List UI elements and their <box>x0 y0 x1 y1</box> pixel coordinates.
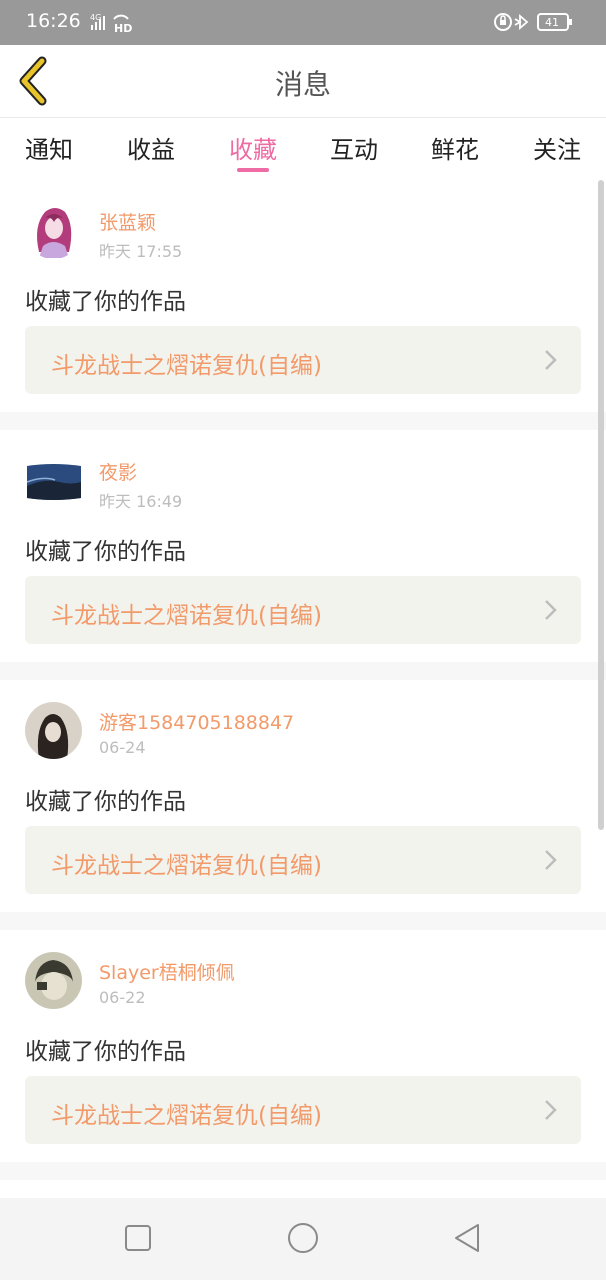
username[interactable]: 夜影 <box>99 458 137 485</box>
chevron-right-icon <box>545 350 557 370</box>
page-title: 消息 <box>274 68 331 101</box>
work-title: 斗龙战士之熠诺复仇(自编) <box>51 1103 322 1129</box>
tab-earnings[interactable]: 收益 <box>111 130 191 165</box>
tab-bar: 通知 收益 收藏 互动 鲜花 关注 <box>0 118 606 180</box>
action-text: 收藏了你的作品 <box>25 289 186 315</box>
username[interactable]: 张蓝颖 <box>99 208 156 235</box>
timestamp: 昨天 17:55 <box>99 242 183 261</box>
back-nav-button[interactable] <box>450 1220 486 1256</box>
tab-favorites[interactable]: 收藏 <box>213 130 293 165</box>
action-text: 收藏了你的作品 <box>25 539 186 565</box>
work-link[interactable]: 斗龙战士之熠诺复仇(自编) <box>25 576 581 644</box>
work-title: 斗龙战士之熠诺复仇(自编) <box>51 853 322 879</box>
avatar[interactable] <box>25 952 82 1009</box>
message-card: 夜影 昨天 16:49 收藏了你的作品 斗龙战士之熠诺复仇(自编) <box>0 430 606 662</box>
battery-level: 41 <box>545 16 559 29</box>
avatar-image <box>25 202 82 259</box>
status-right-icons: 41 <box>494 13 572 31</box>
timestamp: 06-24 <box>99 738 146 757</box>
timestamp: 06-22 <box>99 988 146 1007</box>
header-bar: 消息 <box>0 45 606 118</box>
tab-notifications[interactable]: 通知 <box>9 130 89 165</box>
tab-follows[interactable]: 关注 <box>517 130 597 165</box>
work-link[interactable]: 斗龙战士之熠诺复仇(自编) <box>25 1076 581 1144</box>
tab-flowers[interactable]: 鲜花 <box>415 130 495 165</box>
recent-apps-button[interactable] <box>120 1220 156 1256</box>
message-card: 张蓝颖 昨天 17:55 收藏了你的作品 斗龙战士之熠诺复仇(自编) <box>0 180 606 412</box>
avatar-image <box>25 452 82 509</box>
username[interactable]: 游客1584705188847 <box>99 708 294 735</box>
battery-icon: 41 <box>537 13 572 31</box>
lock-rotation-icon <box>494 13 512 31</box>
action-text: 收藏了你的作品 <box>25 789 186 815</box>
message-card: Slayer梧桐倾佩 06-22 收藏了你的作品 斗龙战士之熠诺复仇(自编) <box>0 930 606 1162</box>
avatar-image <box>25 952 82 1009</box>
status-bar: 16:26 4G HD 41 <box>0 0 606 45</box>
home-button[interactable] <box>285 1220 321 1256</box>
action-text: 收藏了你的作品 <box>25 1039 186 1065</box>
avatar[interactable] <box>25 452 82 509</box>
username[interactable]: Slayer梧桐倾佩 <box>99 958 235 985</box>
hd-label: HD <box>114 22 132 34</box>
system-nav-bar <box>0 1198 606 1280</box>
timestamp: 昨天 16:49 <box>99 492 183 511</box>
chevron-right-icon <box>545 600 557 620</box>
avatar[interactable] <box>25 202 82 259</box>
message-list[interactable]: 张蓝颖 昨天 17:55 收藏了你的作品 斗龙战士之熠诺复仇(自编) 夜影 昨天… <box>0 180 606 1198</box>
active-tab-indicator <box>237 168 269 172</box>
work-title: 斗龙战士之熠诺复仇(自编) <box>51 353 322 379</box>
chevron-right-icon <box>545 1100 557 1120</box>
bluetooth-icon <box>514 14 529 30</box>
work-link[interactable]: 斗龙战士之熠诺复仇(自编) <box>25 326 581 394</box>
work-link[interactable]: 斗龙战士之熠诺复仇(自编) <box>25 826 581 894</box>
chevron-right-icon <box>545 850 557 870</box>
status-time: 16:26 <box>26 10 81 32</box>
work-title: 斗龙战士之熠诺复仇(自编) <box>51 603 322 629</box>
scrollbar[interactable] <box>598 180 604 830</box>
signal-icon: 4G HD <box>90 13 132 34</box>
message-card-partial <box>0 1180 606 1198</box>
tab-interactions[interactable]: 互动 <box>314 130 394 165</box>
avatar-image <box>25 702 82 759</box>
avatar[interactable] <box>25 702 82 759</box>
message-card: 游客1584705188847 06-24 收藏了你的作品 斗龙战士之熠诺复仇(… <box>0 680 606 912</box>
